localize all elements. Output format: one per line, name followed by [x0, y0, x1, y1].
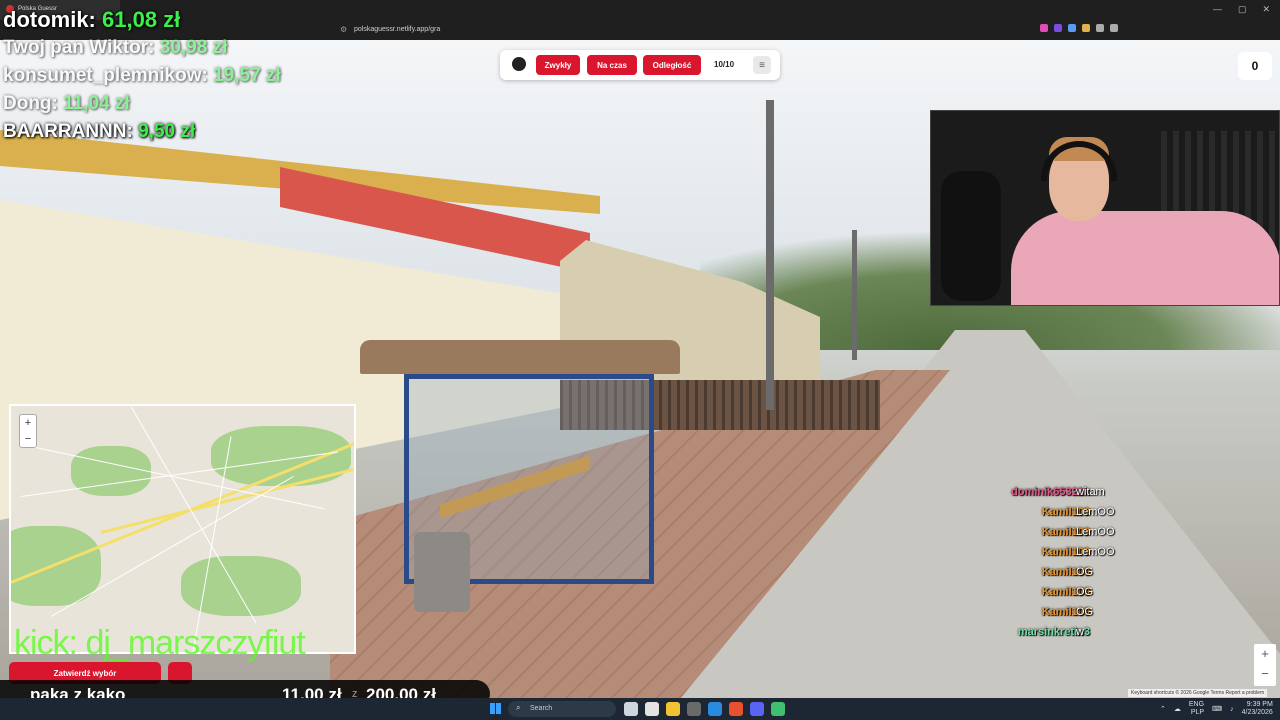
- close-button[interactable]: ✕: [1262, 4, 1270, 15]
- chat-text: OG: [1076, 606, 1094, 618]
- chat-overlay: dominik65321k witam Kamil109 LemOO Kamil…: [960, 482, 1260, 642]
- minimize-button[interactable]: —: [1213, 4, 1222, 15]
- cloud-icon[interactable]: ☁: [1174, 705, 1181, 713]
- chat-message: marsinkretin3 w: [960, 622, 1260, 642]
- user-icon[interactable]: [512, 57, 526, 71]
- clock-date: 4/23/2026: [1241, 709, 1273, 716]
- donor-name: Twoj pan Wiktor:: [3, 37, 155, 58]
- mode-normal-button[interactable]: Zwykły: [536, 55, 580, 75]
- guess-map[interactable]: + −: [9, 404, 356, 654]
- streetview-zoom-control: + −: [1254, 644, 1276, 686]
- chat-message: Kamil109 OG: [960, 602, 1260, 622]
- mode-distance-button[interactable]: Odległość: [643, 55, 701, 75]
- brave-app-icon[interactable]: [729, 702, 743, 716]
- donation-amount: 9,50 zł: [138, 121, 196, 142]
- chat-message: dominik65321k witam: [960, 482, 1260, 502]
- language-indicator[interactable]: ENG PLP: [1189, 701, 1204, 717]
- windows-start-icon[interactable]: [490, 703, 501, 714]
- app-icon[interactable]: [771, 702, 785, 716]
- chat-text: LemOO: [1076, 546, 1115, 558]
- map-park: [71, 446, 151, 496]
- chat-text: OG: [1076, 586, 1094, 598]
- bus-shelter-roof: [360, 340, 680, 374]
- map-zoom-in-button[interactable]: +: [20, 415, 36, 431]
- maximize-button[interactable]: ▢: [1238, 4, 1247, 15]
- chevron-up-icon[interactable]: ⌃: [1160, 705, 1166, 713]
- donation-entry: dotomik: 61,08 zł: [3, 6, 281, 34]
- chat-text: OG: [1076, 566, 1094, 578]
- donation-amount: 11,04 zł: [63, 93, 130, 114]
- edge-app-icon[interactable]: [708, 702, 722, 716]
- calendar-app-icon[interactable]: [645, 702, 659, 716]
- chat-message: Kamil109 OG: [960, 582, 1260, 602]
- keyboard-layout: PLP: [1190, 709, 1205, 716]
- clock[interactable]: 9:39 PM 4/23/2026: [1242, 701, 1273, 717]
- extensions-strip: [1040, 24, 1118, 32]
- extension-icon[interactable]: [1110, 24, 1118, 32]
- donation-entry: Twoj pan Wiktor: 30,98 zł: [3, 34, 281, 62]
- streamer-hoodie: [1011, 211, 1279, 305]
- webcam-overlay: [930, 110, 1280, 306]
- donor-name: Dong:: [3, 93, 58, 114]
- taskbar-search[interactable]: ⌕ Search: [508, 701, 616, 717]
- chat-text: LemOO: [1076, 526, 1115, 538]
- chat-message: Kamil109 LemOO: [960, 542, 1260, 562]
- search-placeholder: Search: [530, 705, 553, 712]
- utility-pole: [852, 230, 857, 360]
- map-park: [211, 426, 351, 486]
- chat-message: Kamil109 OG: [960, 562, 1260, 582]
- donor-name: dotomik:: [3, 7, 96, 32]
- map-zoom-out-button[interactable]: −: [20, 431, 36, 447]
- round-counter: 10/10: [714, 60, 735, 69]
- map-attribution[interactable]: Keyboard shortcuts © 2026 Google Terms R…: [1128, 689, 1268, 697]
- chat-message: Kamil109 LemOO: [960, 502, 1260, 522]
- system-tray: ⌃ ☁ ENG PLP ⌨ ♪ 9:39 PM 4/23/2026: [1160, 701, 1273, 717]
- extension-icon[interactable]: [1068, 24, 1076, 32]
- map-park: [181, 556, 301, 616]
- donation-amount: 61,08 zł: [102, 7, 181, 32]
- utility-pole: [766, 100, 774, 410]
- extension-icon[interactable]: [1096, 24, 1104, 32]
- settings-app-icon[interactable]: [687, 702, 701, 716]
- url-text: polskaguessr.netlify.app/gra: [354, 26, 441, 33]
- mode-timed-button[interactable]: Na czas: [587, 55, 637, 75]
- map-zoom-control: + −: [19, 414, 37, 448]
- game-toolbar: Zwykły Na czas Odległość 10/10 ≡: [500, 50, 780, 80]
- chat-message: Kamil109 LemOO: [960, 522, 1260, 542]
- donation-entry: konsumet_plemnikow: 19,57 zł: [3, 62, 281, 90]
- windows-taskbar: ⌕ Search ⌃ ☁ ENG PLP ⌨ ♪ 9:39 PM 4/23/20…: [0, 698, 1280, 720]
- webcam-chair: [941, 171, 1001, 301]
- score-display: 0: [1238, 52, 1272, 80]
- task-view-icon[interactable]: [624, 702, 638, 716]
- language-code: ENG: [1188, 701, 1205, 708]
- search-icon: ⌕: [516, 703, 521, 712]
- taskbar-apps: [624, 702, 785, 716]
- donation-amount: 19,57 zł: [213, 65, 281, 86]
- extension-icon[interactable]: [1082, 24, 1090, 32]
- network-icon[interactable]: ⌨: [1212, 705, 1222, 713]
- chat-text: w: [1076, 626, 1084, 638]
- chat-text: witam: [1076, 486, 1105, 498]
- address-bar[interactable]: ⚙ polskaguessr.netlify.app/gra: [330, 22, 880, 38]
- window-controls: — ▢ ✕: [1213, 4, 1270, 15]
- donation-amount: 30,98 zł: [159, 37, 228, 58]
- discord-app-icon[interactable]: [750, 702, 764, 716]
- kick-watermark: kick: dj_marszczyfiut: [14, 624, 306, 662]
- streetview-zoom-out-button[interactable]: −: [1254, 664, 1276, 684]
- clock-time: 9:39 PM: [1246, 701, 1273, 708]
- extension-icon[interactable]: [1040, 24, 1048, 32]
- donor-name: BAARRANNN:: [3, 121, 133, 142]
- streetview-zoom-in-button[interactable]: +: [1254, 644, 1276, 664]
- chat-text: LemOO: [1076, 506, 1115, 518]
- menu-icon[interactable]: ≡: [753, 56, 771, 74]
- trash-bin: [414, 532, 470, 612]
- donor-name: konsumet_plemnikow:: [3, 65, 208, 86]
- volume-icon[interactable]: ♪: [1230, 706, 1234, 713]
- donation-leaderboard: dotomik: 61,08 zł Twoj pan Wiktor: 30,98…: [3, 6, 281, 146]
- site-info-icon[interactable]: ⚙: [340, 25, 347, 34]
- donation-entry: Dong: 11,04 zł: [3, 90, 281, 118]
- donation-entry: BAARRANNN: 9,50 zł: [3, 118, 281, 146]
- extension-icon[interactable]: [1054, 24, 1062, 32]
- file-explorer-icon[interactable]: [666, 702, 680, 716]
